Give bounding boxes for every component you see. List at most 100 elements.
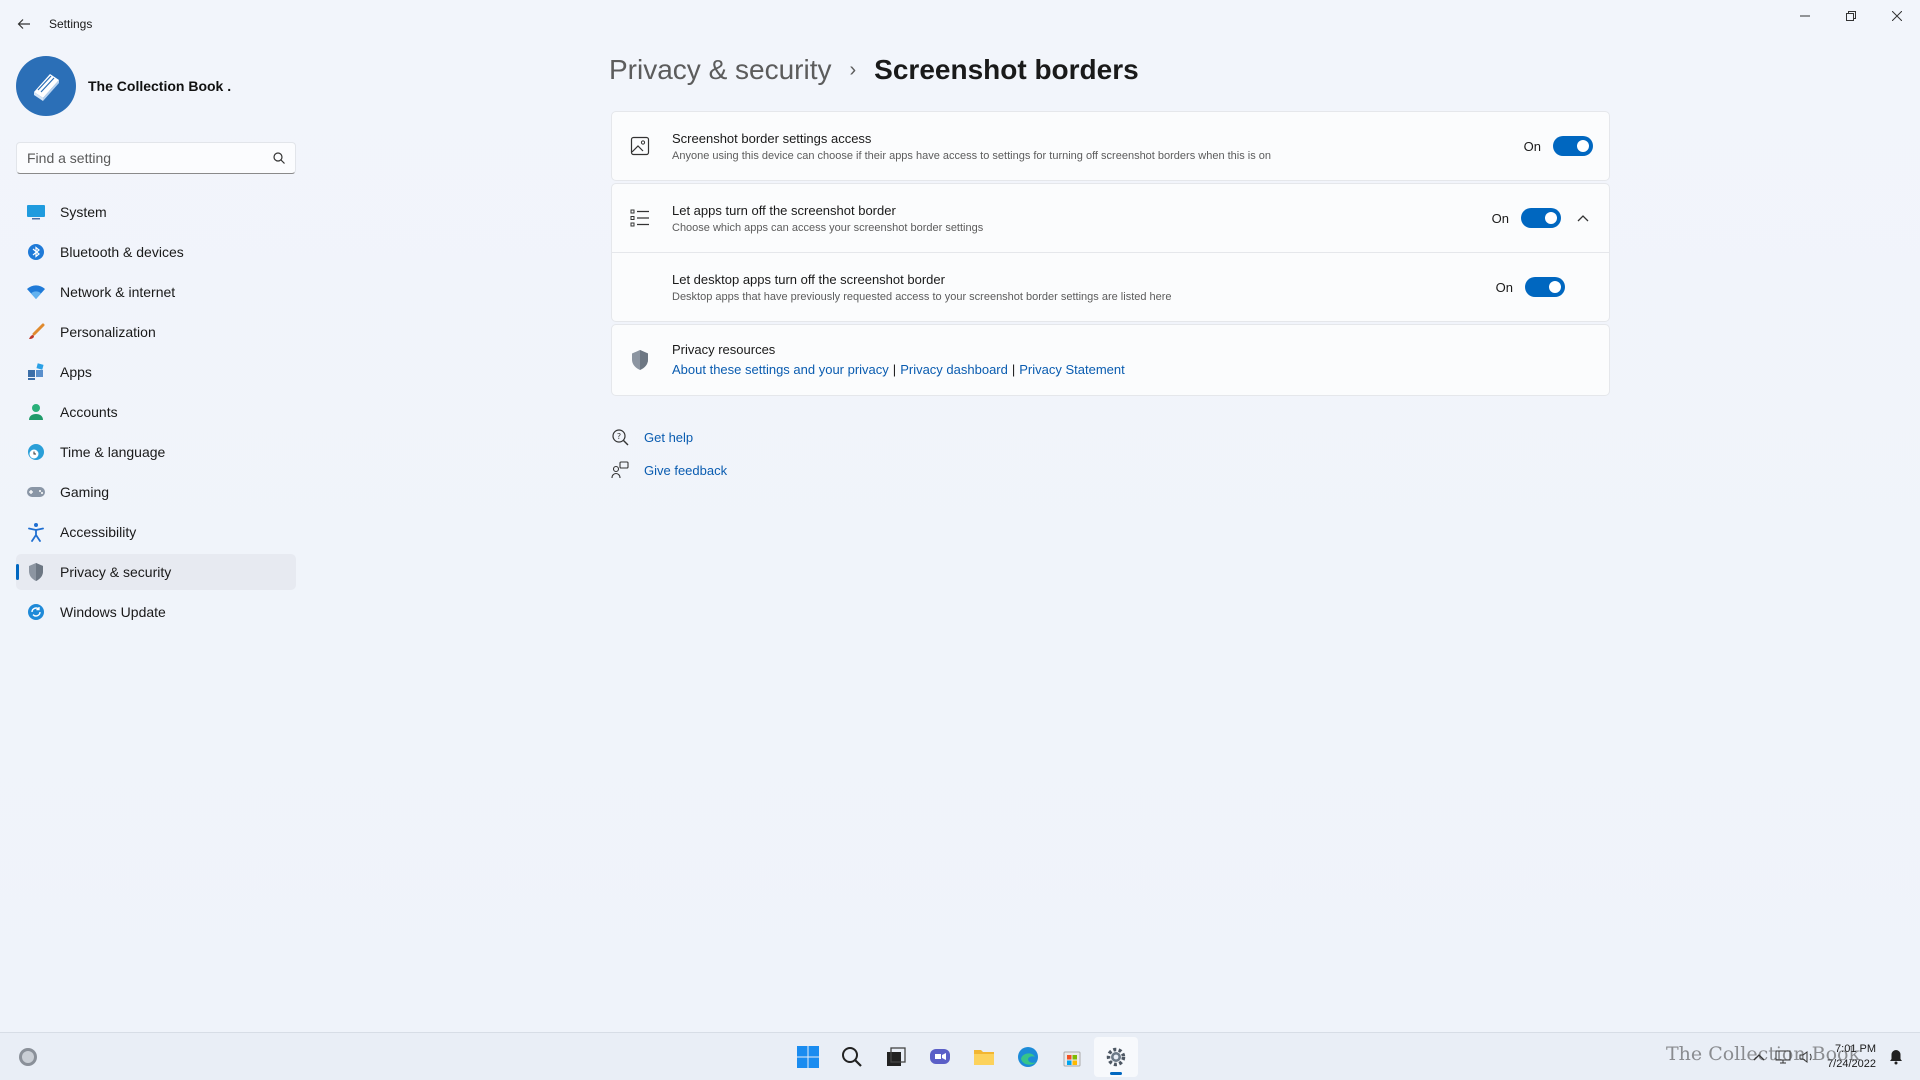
restore-button[interactable] <box>1828 0 1874 32</box>
apps-icon <box>26 362 46 382</box>
sidebar-item-personalization[interactable]: Personalization <box>16 314 296 350</box>
user-profile[interactable]: The Collection Book . <box>16 56 231 116</box>
setting-row-apps[interactable]: Let apps turn off the screenshot border … <box>612 184 1609 253</box>
setting-card-apps: Let apps turn off the screenshot border … <box>611 183 1610 322</box>
privacy-resources-row: Privacy resources About these settings a… <box>612 325 1609 395</box>
taskbar: 7:01 PM 7/24/2022 The Collection Book <box>0 1032 1920 1080</box>
brush-icon <box>26 322 46 342</box>
toggle-state-label: On <box>1523 138 1541 154</box>
feedback-icon <box>611 461 629 479</box>
sidebar-item-time-language[interactable]: Time & language <box>16 434 296 470</box>
start-button[interactable] <box>786 1037 830 1077</box>
privacy-statement-link[interactable]: Privacy Statement <box>1019 362 1125 377</box>
shield-icon <box>628 348 652 372</box>
sidebar-nav: System Bluetooth & devices Network & int… <box>16 194 296 634</box>
widgets-button[interactable] <box>16 1045 40 1069</box>
setting-title: Screenshot border settings access <box>672 130 872 146</box>
edge-button[interactable] <box>1006 1037 1050 1077</box>
sidebar-item-bluetooth[interactable]: Bluetooth & devices <box>16 234 296 270</box>
file-explorer-button[interactable] <box>962 1037 1006 1077</box>
toggle-state-label: On <box>1491 210 1509 226</box>
sidebar-item-apps[interactable]: Apps <box>16 354 296 390</box>
sidebar-item-label: Windows Update <box>60 604 166 620</box>
sidebar-item-gaming[interactable]: Gaming <box>16 474 296 510</box>
sidebar-item-accounts[interactable]: Accounts <box>16 394 296 430</box>
shield-icon <box>26 562 46 582</box>
profile-name: The Collection Book . <box>88 78 232 94</box>
task-view-icon <box>887 1047 906 1066</box>
apps-toggle[interactable] <box>1521 208 1561 228</box>
gear-icon <box>1106 1047 1126 1067</box>
toggle-state-label: On <box>1495 279 1513 295</box>
watermark: The Collection Book <box>1666 1043 1860 1065</box>
taskbar-search-button[interactable] <box>830 1037 874 1077</box>
task-view-button[interactable] <box>874 1037 918 1077</box>
search-icon <box>842 1047 862 1067</box>
sidebar-item-privacy-security[interactable]: Privacy & security <box>16 554 296 590</box>
breadcrumb-separator: › <box>849 58 857 81</box>
search-box[interactable] <box>16 142 296 174</box>
sidebar-item-label: Gaming <box>60 484 110 500</box>
close-button[interactable] <box>1874 0 1920 32</box>
watermark-text: The Collection Book <box>1666 1043 1860 1065</box>
toggle-group: On <box>1496 277 1565 297</box>
folder-icon <box>974 1050 994 1065</box>
setting-text: Privacy resources About these settings a… <box>672 342 1593 379</box>
privacy-links: About these settings and your privacy | Pr… <box>672 361 1593 379</box>
notification-icon[interactable] <box>1884 1045 1908 1069</box>
link-separator: | <box>892 361 897 377</box>
image-icon <box>628 134 652 158</box>
give-feedback-link[interactable]: Give feedback <box>644 463 727 478</box>
access-toggle[interactable] <box>1553 136 1593 156</box>
app-title: Settings <box>49 17 93 31</box>
close-icon <box>1892 11 1902 21</box>
sidebar-item-label: Accounts <box>60 404 118 420</box>
restore-icon <box>1846 11 1856 21</box>
privacy-dashboard-link[interactable]: Privacy dashboard <box>900 362 1008 377</box>
toggle-group: On <box>1492 208 1593 228</box>
give-feedback-row: Give feedback <box>611 461 727 479</box>
link-separator: | <box>1011 361 1016 377</box>
setting-text: Let apps turn off the screenshot border … <box>672 203 1492 234</box>
sidebar-item-accessibility[interactable]: Accessibility <box>16 514 296 550</box>
sidebar-item-label: Personalization <box>60 324 156 340</box>
search-icon <box>273 152 285 164</box>
store-icon <box>1063 1051 1081 1067</box>
setting-row-desktop-apps: Let desktop apps turn off the screenshot… <box>612 253 1609 321</box>
search-input[interactable] <box>27 150 273 166</box>
settings-window: Settings The Collection Book . Find a se… <box>0 0 1920 1032</box>
help-icon: ? <box>611 428 629 446</box>
taskbar-apps <box>786 1037 1138 1077</box>
setting-title: Let apps turn off the screenshot border <box>672 202 896 218</box>
globe-clock-icon <box>26 442 46 462</box>
avatar <box>16 56 76 116</box>
minimize-icon <box>1800 15 1810 17</box>
svg-text:?: ? <box>617 432 621 441</box>
chat-icon <box>930 1049 950 1064</box>
sidebar-item-label: Bluetooth & devices <box>60 244 184 260</box>
chat-button[interactable] <box>918 1037 962 1077</box>
weather-icon <box>19 1048 37 1066</box>
about-privacy-link[interactable]: About these settings and your privacy <box>672 362 889 377</box>
back-button[interactable] <box>12 12 36 36</box>
chevron-up-icon[interactable] <box>1573 208 1593 228</box>
minimize-button[interactable] <box>1782 0 1828 32</box>
sidebar-item-windows-update[interactable]: Windows Update <box>16 594 296 630</box>
page-title: Screenshot borders <box>874 54 1139 85</box>
sidebar-item-system[interactable]: System <box>16 194 296 230</box>
desktop-apps-toggle[interactable] <box>1525 277 1565 297</box>
breadcrumb-parent[interactable]: Privacy & security <box>609 54 832 86</box>
setting-description: Anyone using this device can choose if t… <box>672 149 1272 162</box>
breadcrumb: Privacy & security › Screenshot borders <box>609 54 1139 86</box>
get-help-link[interactable]: Get help <box>644 430 693 445</box>
sidebar-item-network[interactable]: Network & internet <box>16 274 296 310</box>
update-icon <box>26 602 46 622</box>
sidebar-item-label: Network & internet <box>60 284 176 300</box>
store-button[interactable] <box>1050 1037 1094 1077</box>
setting-row-access: Screenshot border settings access Anyone… <box>612 112 1609 180</box>
accessibility-icon <box>26 522 46 542</box>
edge-icon <box>1018 1047 1038 1067</box>
sidebar-item-label: Privacy & security <box>60 564 172 580</box>
title-bar: Settings <box>0 0 1920 48</box>
settings-taskbar-button[interactable] <box>1094 1037 1138 1077</box>
